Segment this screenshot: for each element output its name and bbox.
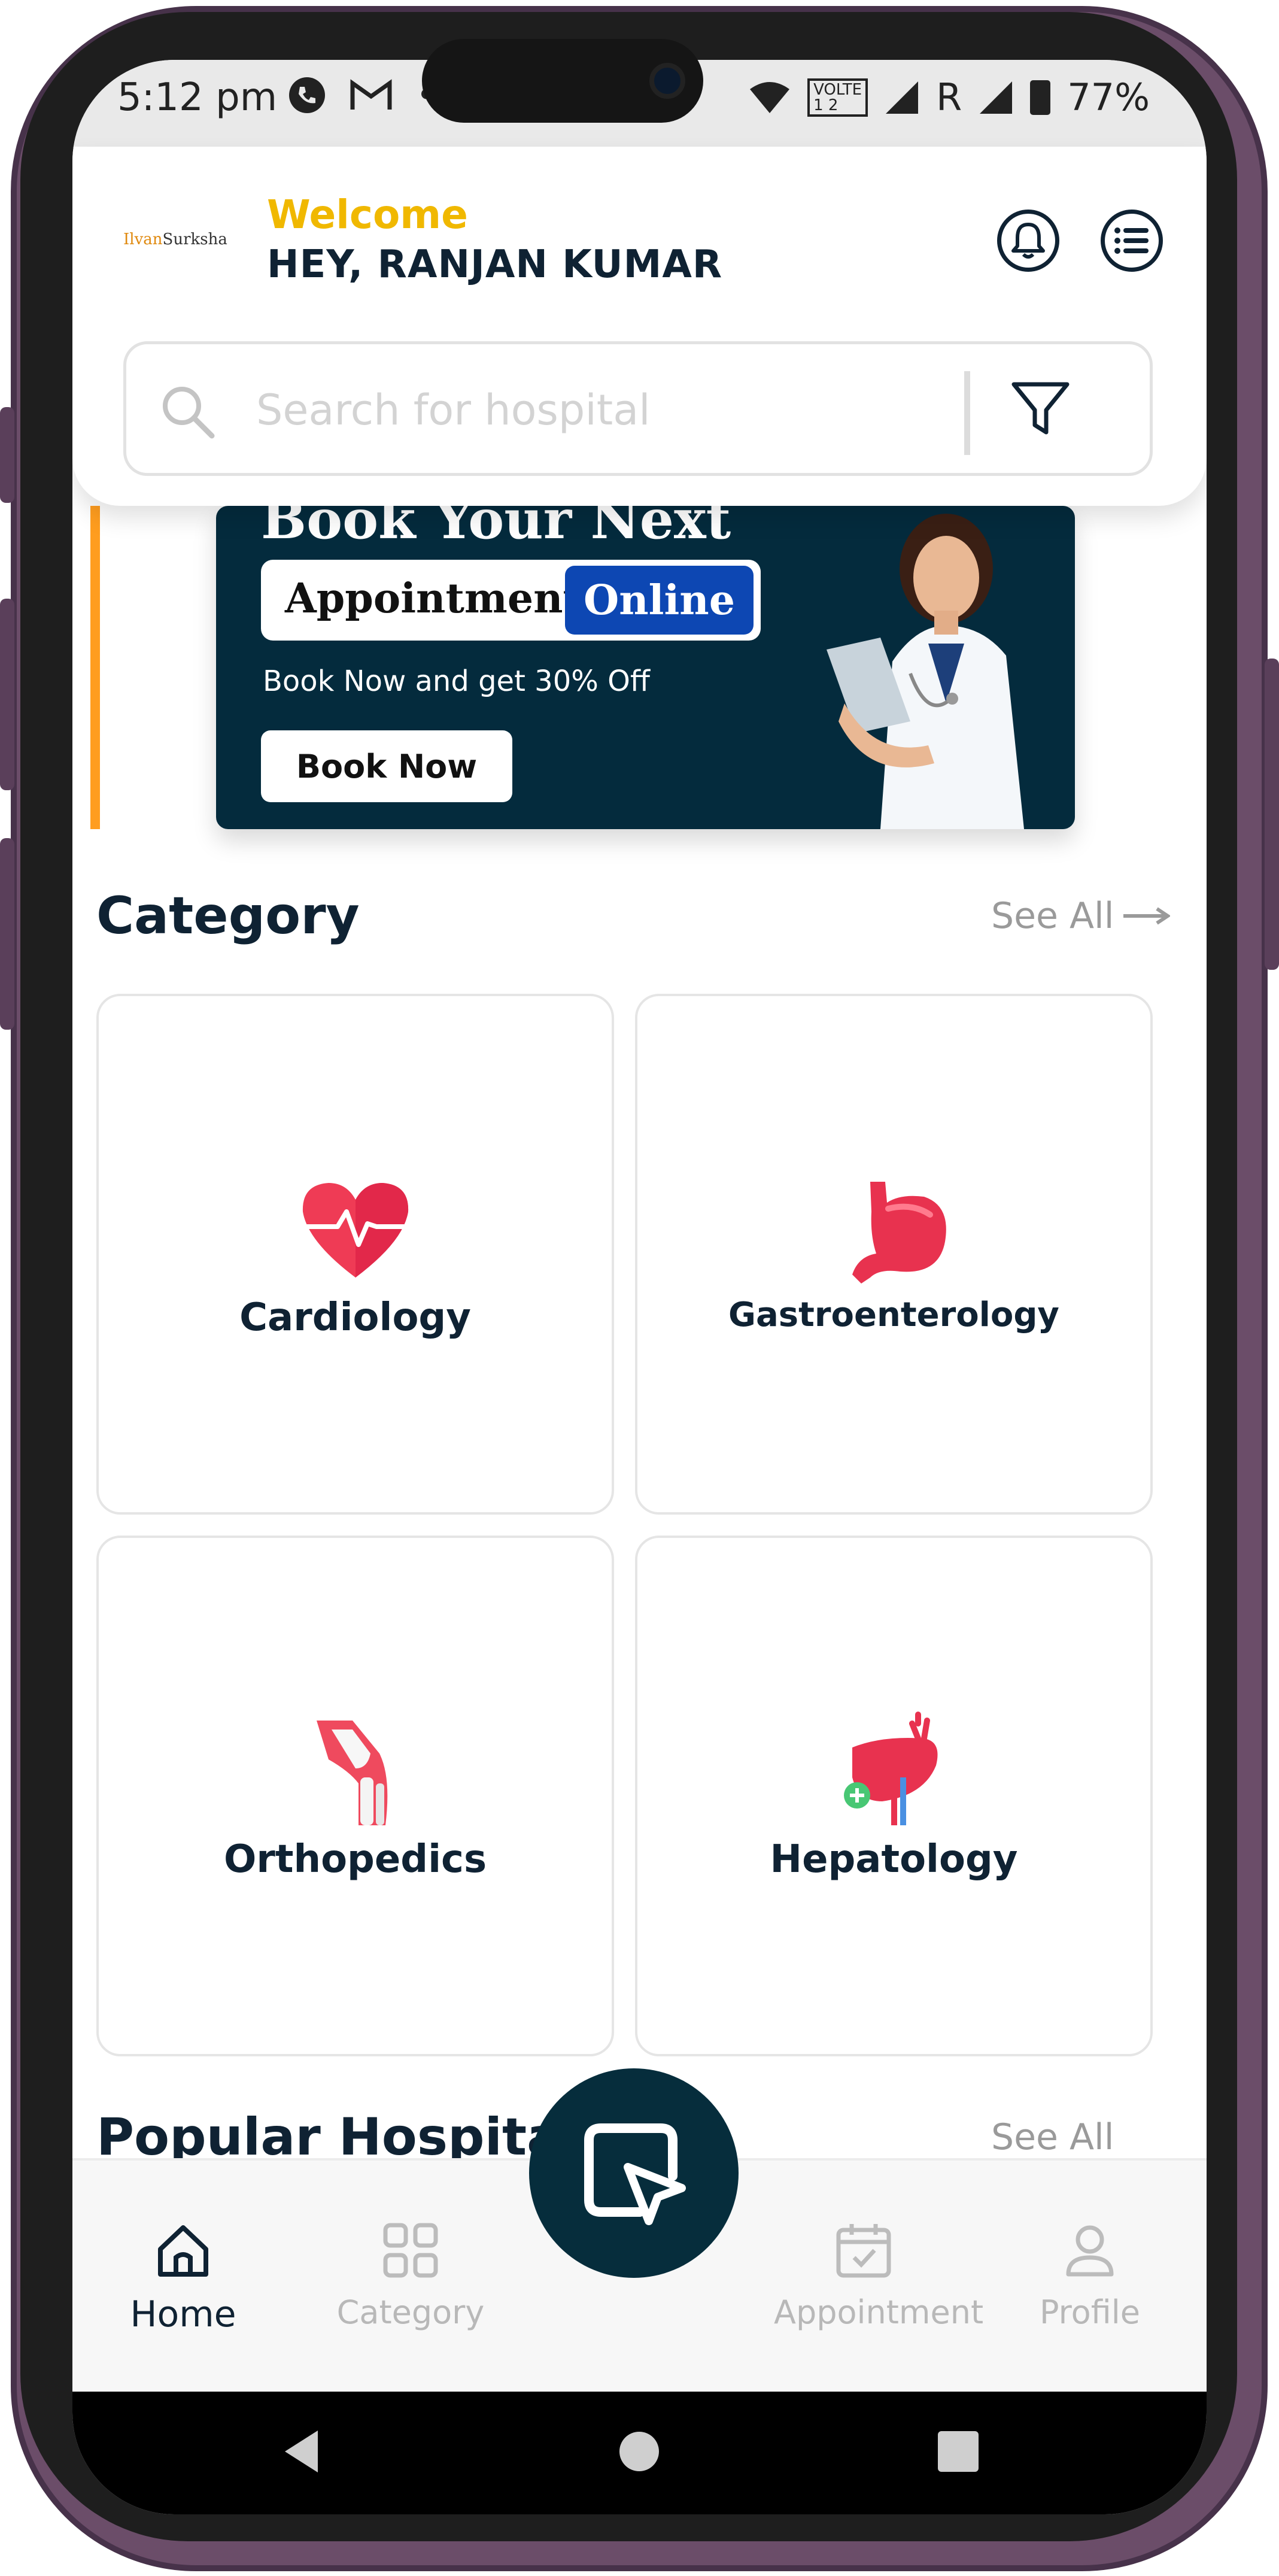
stomach-icon: [852, 1182, 946, 1284]
notifications-button[interactable]: [997, 210, 1059, 272]
liver-icon: [843, 1712, 937, 1825]
previous-banner-edge[interactable]: [90, 506, 100, 829]
volume-button: [0, 407, 14, 503]
doctor-illustration: [827, 514, 1024, 829]
quick-action-fab[interactable]: [529, 2068, 739, 2278]
book-now-button[interactable]: Book Now: [261, 730, 512, 802]
nav-label: Home: [130, 2293, 236, 2335]
volume-button: [0, 838, 14, 1030]
user-greeting: HEY, RANJAN KUMAR: [267, 242, 723, 287]
banner-headline: Book Your Next: [261, 506, 731, 551]
arrow-right-icon: [1123, 907, 1171, 925]
app-logo: IlvanSurksha: [123, 230, 227, 248]
menu-list-icon: [1114, 227, 1149, 254]
signal-icon: [886, 81, 919, 114]
phone-call-icon: [289, 77, 325, 113]
appointment-word: Appointment: [285, 575, 582, 623]
category-see-all-link[interactable]: See All: [991, 895, 1171, 937]
search-divider: [964, 371, 970, 455]
tap-cursor-icon: [584, 2123, 686, 2225]
wifi-icon: [750, 81, 790, 113]
search-bar: [123, 341, 1153, 476]
power-button: [1265, 659, 1279, 970]
category-section-title: Category: [96, 886, 360, 946]
category-card-hepatology[interactable]: Hepatology: [635, 1536, 1153, 2056]
home-circle-icon[interactable]: [615, 2428, 663, 2475]
menu-button[interactable]: [1101, 210, 1163, 272]
front-camera: [649, 63, 685, 99]
category-label: Orthopedics: [223, 1837, 487, 1882]
category-card-orthopedics[interactable]: Orthopedics: [96, 1536, 614, 2056]
nav-home[interactable]: Home: [93, 2220, 273, 2335]
bell-icon: [1011, 223, 1045, 259]
category-card-gastroenterology[interactable]: Gastroenterology: [635, 994, 1153, 1515]
nav-label: Profile: [1040, 2293, 1140, 2331]
app-screen: 5:12 pm •• VOLTE1 2 R 77% IlvanSurksha W…: [72, 60, 1207, 2514]
promo-banner[interactable]: Book Your Next Appointment Online Book N…: [216, 506, 1075, 829]
appointment-pill: Appointment Online: [261, 560, 761, 641]
search-input[interactable]: [255, 374, 943, 446]
nav-label: Category: [336, 2293, 485, 2331]
nav-profile[interactable]: Profile: [1000, 2220, 1180, 2331]
calendar-icon: [836, 2224, 891, 2278]
roaming-indicator: R: [936, 75, 962, 119]
back-icon[interactable]: [279, 2428, 327, 2475]
battery-percent: 77%: [1067, 75, 1150, 119]
signal-icon: [980, 81, 1013, 114]
category-label: Gastroenterology: [728, 1295, 1059, 1334]
volume-button: [0, 599, 14, 790]
popular-see-all-link[interactable]: See All: [991, 2116, 1114, 2158]
volte-badge: VOLTE 1 2: [807, 78, 868, 117]
category-label: Cardiology: [239, 1295, 471, 1340]
welcome-text: Welcome: [267, 192, 468, 238]
nav-appointment[interactable]: Appointment: [774, 2220, 984, 2331]
user-icon: [1066, 2225, 1114, 2277]
android-nav-bar: [72, 2392, 1207, 2514]
app-header: IlvanSurksha Welcome HEY, RANJAN KUMAR: [72, 147, 1207, 506]
status-time: 5:12 pm: [117, 75, 278, 120]
category-label: Hepatology: [770, 1837, 1018, 1882]
gmail-icon: [350, 79, 392, 110]
recents-icon[interactable]: [934, 2428, 982, 2475]
filter-icon[interactable]: [1009, 377, 1072, 440]
home-icon: [158, 2225, 208, 2277]
search-icon: [163, 387, 215, 439]
heart-icon: [302, 1183, 408, 1278]
category-card-cardiology[interactable]: Cardiology: [96, 994, 614, 1515]
online-badge: Online: [565, 566, 754, 635]
grid-icon: [383, 2223, 438, 2278]
offer-text: Book Now and get 30% Off: [263, 665, 650, 698]
knee-joint-icon: [316, 1721, 387, 1825]
nav-category[interactable]: Category: [321, 2220, 500, 2331]
nav-label: Appointment: [774, 2293, 984, 2331]
battery-icon: [1030, 80, 1051, 115]
